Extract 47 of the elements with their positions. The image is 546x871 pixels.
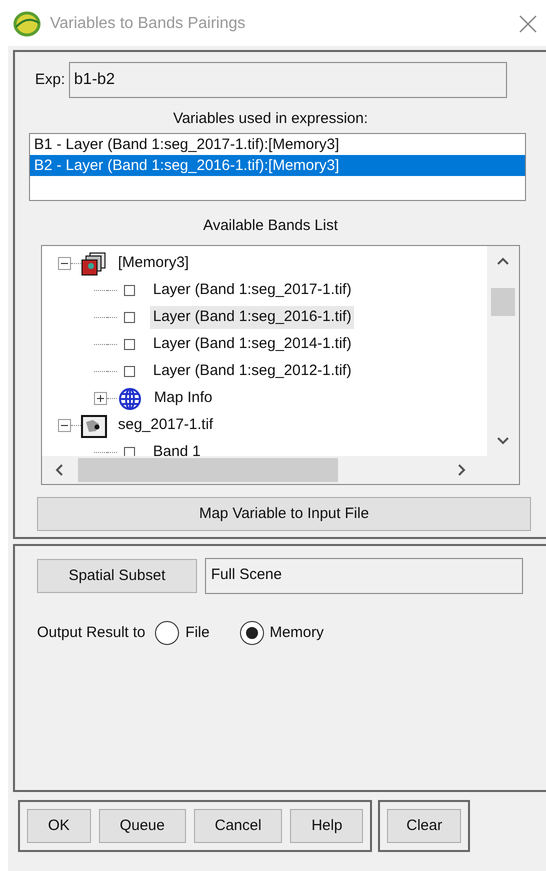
variables-list[interactable]: B1 - Layer (Band 1:seg_2017-1.tif):[Memory3] B2 - Layer (Band 1:seg_2016-1.tif):[Memory3] <box>29 132 526 200</box>
tree-item[interactable]: seg_2017-1.tif <box>115 414 216 437</box>
variable-item[interactable]: B1 - Layer (Band 1:seg_2017-1.tif):[Memory3] <box>30 134 525 154</box>
expression-label: Exp: <box>35 70 66 90</box>
dialog-button[interactable]: Help <box>290 809 364 843</box>
clear-button[interactable]: Clear <box>387 809 462 843</box>
variables-heading: Variables used in expression: <box>172 109 369 129</box>
variable-item[interactable]: B2 - Layer (Band 1:seg_2016-1.tif):[Memory3] <box>30 154 525 176</box>
vertical-scrollbar[interactable] <box>487 246 519 456</box>
tree-item[interactable]: Layer (Band 1:seg_2016-1.tif) <box>150 306 354 329</box>
app-logo-icon <box>12 11 42 37</box>
collapse-icon[interactable] <box>58 257 71 270</box>
globe-icon <box>117 386 143 410</box>
dialog-button[interactable]: Queue <box>98 809 186 843</box>
band-checkbox-icon <box>124 339 135 350</box>
band-checkbox-icon <box>124 312 135 323</box>
close-icon[interactable] <box>518 14 538 34</box>
expand-icon[interactable] <box>94 392 107 405</box>
layer-stack-icon <box>81 252 107 276</box>
band-checkbox-icon <box>124 285 135 296</box>
bands-heading: Available Bands List <box>202 216 339 236</box>
spatial-subset-button[interactable]: Spatial Subset <box>37 559 197 593</box>
tree-item[interactable]: Layer (Band 1:seg_2014-1.tif) <box>150 333 354 356</box>
tree-item[interactable]: Layer (Band 1:seg_2012-1.tif) <box>150 360 354 383</box>
map-variable-button[interactable]: Map Variable to Input File <box>37 497 531 531</box>
tree-item[interactable]: Layer (Band 1:seg_2017-1.tif) <box>150 279 354 302</box>
scroll-up-icon[interactable] <box>496 256 510 266</box>
band-checkbox-icon <box>124 447 135 456</box>
scroll-left-icon[interactable] <box>54 463 64 477</box>
band-checkbox-icon <box>124 366 135 377</box>
horizontal-scrollbar[interactable] <box>42 456 519 484</box>
scroll-thumb[interactable] <box>491 288 515 316</box>
output-label: Output Result to <box>37 622 146 643</box>
tree-item[interactable]: Map Info <box>151 387 216 410</box>
tree-item[interactable]: [Memory3] <box>115 252 192 275</box>
window-title: Variables to Bands Pairings <box>50 14 246 34</box>
scroll-down-icon[interactable] <box>496 436 510 446</box>
output-radio[interactable]: File <box>155 621 210 645</box>
scroll-right-icon[interactable] <box>457 463 467 477</box>
spatial-subset-field[interactable]: Full Scene <box>205 558 523 594</box>
scroll-thumb[interactable] <box>78 458 338 482</box>
collapse-icon[interactable] <box>58 419 71 432</box>
dialog-button[interactable]: OK <box>27 809 91 843</box>
dialog-button[interactable]: Cancel <box>194 809 282 843</box>
expression-field[interactable]: b1-b2 <box>69 62 508 98</box>
image-thumbnail-icon <box>81 414 107 438</box>
output-radio[interactable]: Memory <box>240 621 324 645</box>
